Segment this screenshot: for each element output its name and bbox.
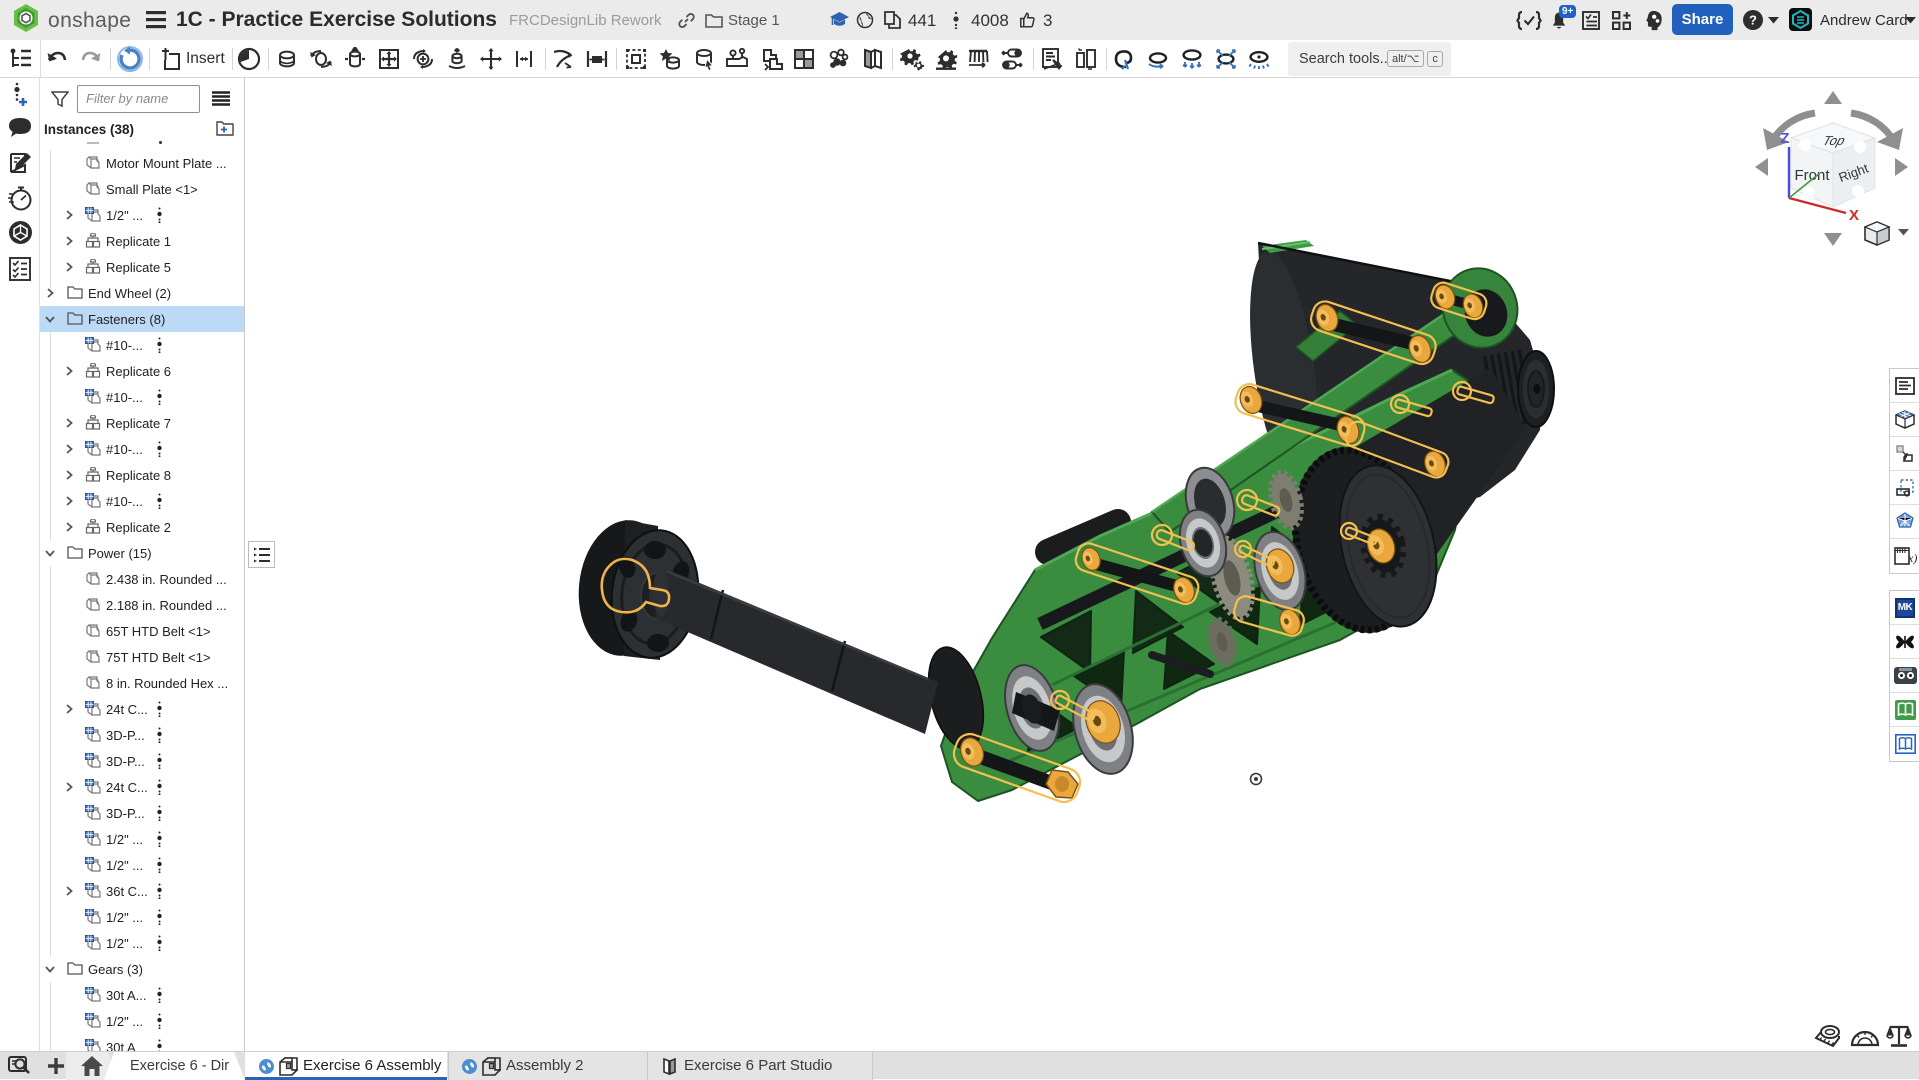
svg-text:Z: Z <box>1780 130 1789 147</box>
svg-text:x): x) <box>1907 551 1917 565</box>
svg-text:?: ? <box>1749 13 1757 28</box>
svg-text:X: X <box>1849 207 1859 224</box>
svg-text:Front: Front <box>1794 167 1830 184</box>
